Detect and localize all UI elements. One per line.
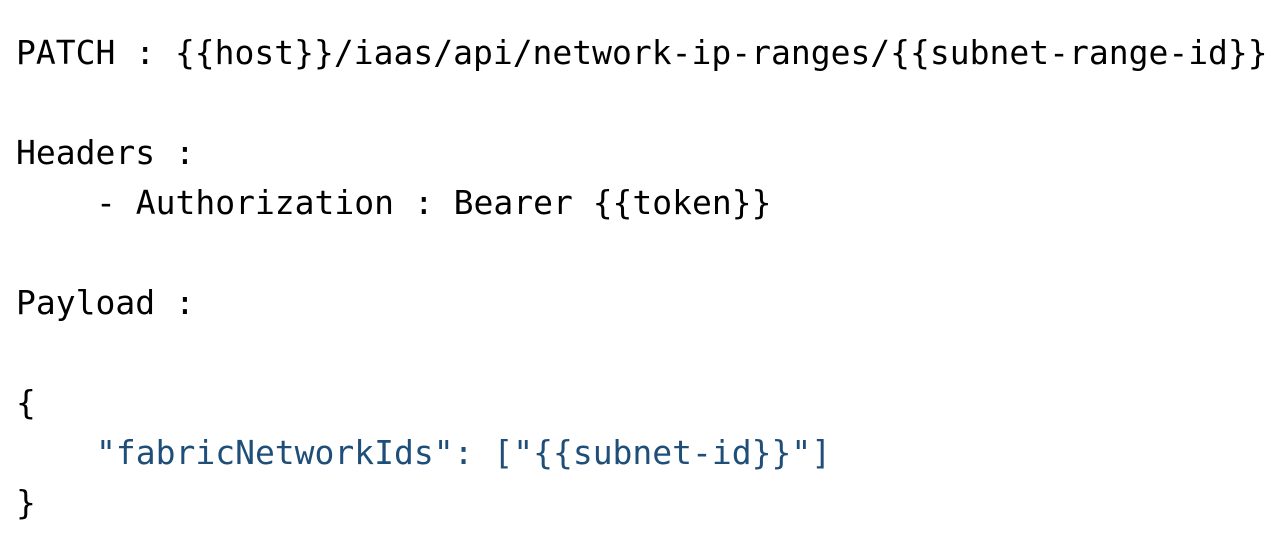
payload-close-brace: } bbox=[16, 483, 36, 522]
api-request-snippet: PATCH : {{host}}/iaas/api/network-ip-ran… bbox=[0, 0, 1284, 545]
request-line: PATCH : {{host}}/iaas/api/network-ip-ran… bbox=[16, 33, 1268, 72]
payload-open-brace: { bbox=[16, 383, 36, 422]
payload-label: Payload : bbox=[16, 283, 195, 322]
headers-label: Headers : bbox=[16, 133, 195, 172]
payload-body-line: "fabricNetworkIds": ["{{subnet-id}}"] bbox=[96, 433, 832, 472]
header-authorization-line: - Authorization : Bearer {{token}} bbox=[96, 183, 772, 222]
